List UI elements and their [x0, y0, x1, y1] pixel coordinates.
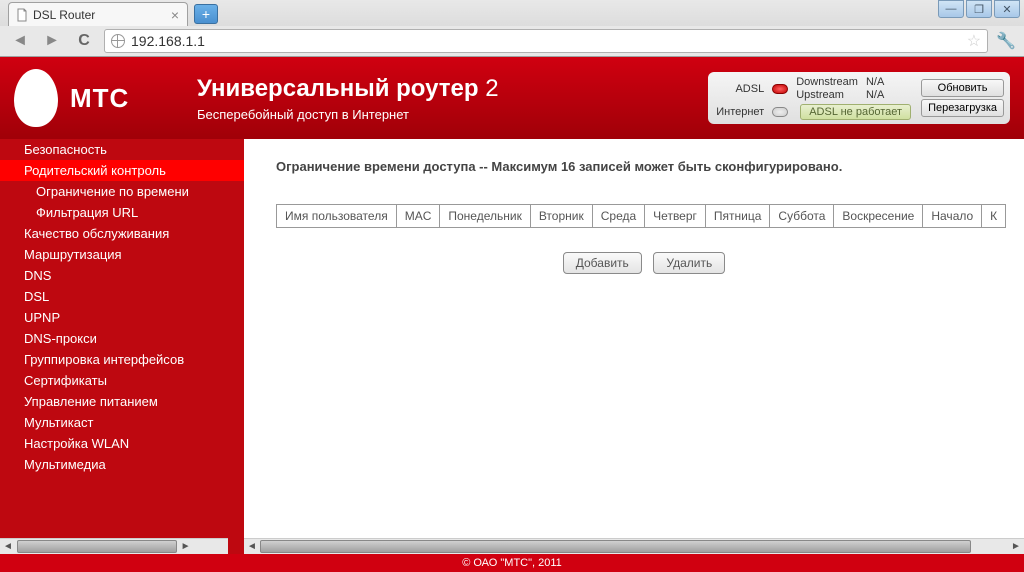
sidebar-item[interactable]: Родительский контроль [0, 160, 244, 181]
upstream-label: Upstream [796, 89, 858, 102]
table-header: Вторник [530, 205, 592, 228]
add-button[interactable]: Добавить [563, 252, 642, 274]
sidebar-item[interactable]: DNS [0, 265, 244, 286]
url-text: 192.168.1.1 [131, 33, 205, 49]
internet-label: Интернет [714, 106, 764, 118]
maximize-button[interactable]: ❐ [966, 0, 992, 18]
bookmark-icon[interactable]: ☆ [967, 31, 981, 51]
upstream-value: N/A [866, 89, 884, 102]
file-icon [15, 8, 29, 22]
sidebar-item[interactable]: Группировка интерфейсов [0, 349, 244, 370]
sidebar-hscroll[interactable]: ◄ ► [0, 538, 228, 554]
close-window-button[interactable]: ✕ [994, 0, 1020, 18]
button-row: Добавить Удалить [276, 252, 1012, 274]
window-controls: — ❐ ✕ [938, 0, 1020, 18]
content-hscroll[interactable]: ◄ ► [244, 538, 1024, 554]
scroll-right-icon[interactable]: ► [178, 539, 194, 554]
reload-button[interactable]: C [72, 29, 96, 53]
sidebar-item[interactable]: Управление питанием [0, 391, 244, 412]
content: Ограничение времени доступа -- Максимум … [244, 139, 1024, 554]
table-header: Суббота [770, 205, 834, 228]
scroll-thumb[interactable] [17, 540, 177, 553]
page-title: Универсальный роутер 2 [197, 75, 708, 103]
sidebar-item[interactable]: DNS-прокси [0, 328, 244, 349]
router-header: МТС Универсальный роутер 2 Бесперебойный… [0, 57, 1024, 139]
address-bar: ◄ ► C 192.168.1.1 ☆ 🔧 [0, 26, 1024, 56]
status-panel: ADSL Downstream Upstream N/A N/A Интерне… [708, 72, 1010, 124]
table-header: Четверг [645, 205, 706, 228]
browser-tab[interactable]: DSL Router × [8, 2, 188, 26]
brand-text: МТС [70, 83, 129, 114]
table-header: Воскресение [834, 205, 923, 228]
scroll-left-icon[interactable]: ◄ [0, 539, 16, 554]
new-tab-button[interactable]: + [194, 4, 218, 24]
sidebar[interactable]: БезопасностьРодительский контрольОгранич… [0, 139, 244, 554]
page-subtitle: Бесперебойный доступ в Интернет [197, 107, 708, 122]
minimize-button[interactable]: — [938, 0, 964, 18]
sidebar-item[interactable]: DSL [0, 286, 244, 307]
sidebar-item[interactable]: Мультимедиа [0, 454, 244, 475]
sidebar-item[interactable]: Настройка WLAN [0, 433, 244, 454]
downstream-value: N/A [866, 76, 884, 89]
table-header: MAC [396, 205, 440, 228]
sidebar-item[interactable]: Ограничение по времени [0, 181, 244, 202]
table-header-row: Имя пользователяMACПонедельникВторникСре… [277, 205, 1006, 228]
forward-button[interactable]: ► [40, 29, 64, 53]
scroll-left-icon[interactable]: ◄ [244, 539, 260, 554]
app-body: БезопасностьРодительский контрольОгранич… [0, 139, 1024, 554]
sidebar-item[interactable]: Маршрутизация [0, 244, 244, 265]
table-header: Имя пользователя [277, 205, 397, 228]
delete-button[interactable]: Удалить [653, 252, 725, 274]
table-header: К [982, 205, 1006, 228]
url-field[interactable]: 192.168.1.1 ☆ [104, 29, 988, 53]
back-button[interactable]: ◄ [8, 29, 32, 53]
router-title: Универсальный роутер 2 Бесперебойный дос… [189, 75, 708, 122]
sidebar-item[interactable]: Качество обслуживания [0, 223, 244, 244]
scroll-right-icon[interactable]: ► [1008, 539, 1024, 554]
settings-icon[interactable]: 🔧 [996, 31, 1016, 51]
scroll-thumb[interactable] [260, 540, 971, 553]
tab-strip: DSL Router × + — ❐ ✕ [0, 0, 1024, 26]
table-header: Среда [592, 205, 644, 228]
reboot-button[interactable]: Перезагрузка [921, 99, 1004, 117]
sidebar-item[interactable]: UPNP [0, 307, 244, 328]
adsl-fail-badge: ADSL не работает [800, 104, 911, 120]
adsl-label: ADSL [714, 83, 764, 95]
globe-icon [111, 34, 125, 48]
sidebar-item[interactable]: Мультикаст [0, 412, 244, 433]
restrictions-table: Имя пользователяMACПонедельникВторникСре… [276, 204, 1006, 228]
close-icon[interactable]: × [171, 8, 179, 22]
mts-logo: МТС [14, 69, 189, 127]
content-heading: Ограничение времени доступа -- Максимум … [276, 159, 1012, 174]
table-header: Понедельник [440, 205, 530, 228]
tab-title: DSL Router [33, 8, 95, 22]
egg-icon [14, 69, 58, 127]
sidebar-item[interactable]: Фильтрация URL [0, 202, 244, 223]
footer: © ОАО "МТС", 2011 [0, 554, 1024, 572]
browser-chrome: DSL Router × + — ❐ ✕ ◄ ► C 192.168.1.1 ☆… [0, 0, 1024, 57]
internet-led-icon [772, 107, 788, 117]
refresh-button[interactable]: Обновить [921, 79, 1004, 97]
downstream-label: Downstream [796, 76, 858, 89]
sidebar-item[interactable]: Безопасность [0, 139, 244, 160]
table-header: Пятница [705, 205, 770, 228]
adsl-led-icon [772, 84, 788, 94]
table-header: Начало [923, 205, 982, 228]
sidebar-item[interactable]: Сертификаты [0, 370, 244, 391]
